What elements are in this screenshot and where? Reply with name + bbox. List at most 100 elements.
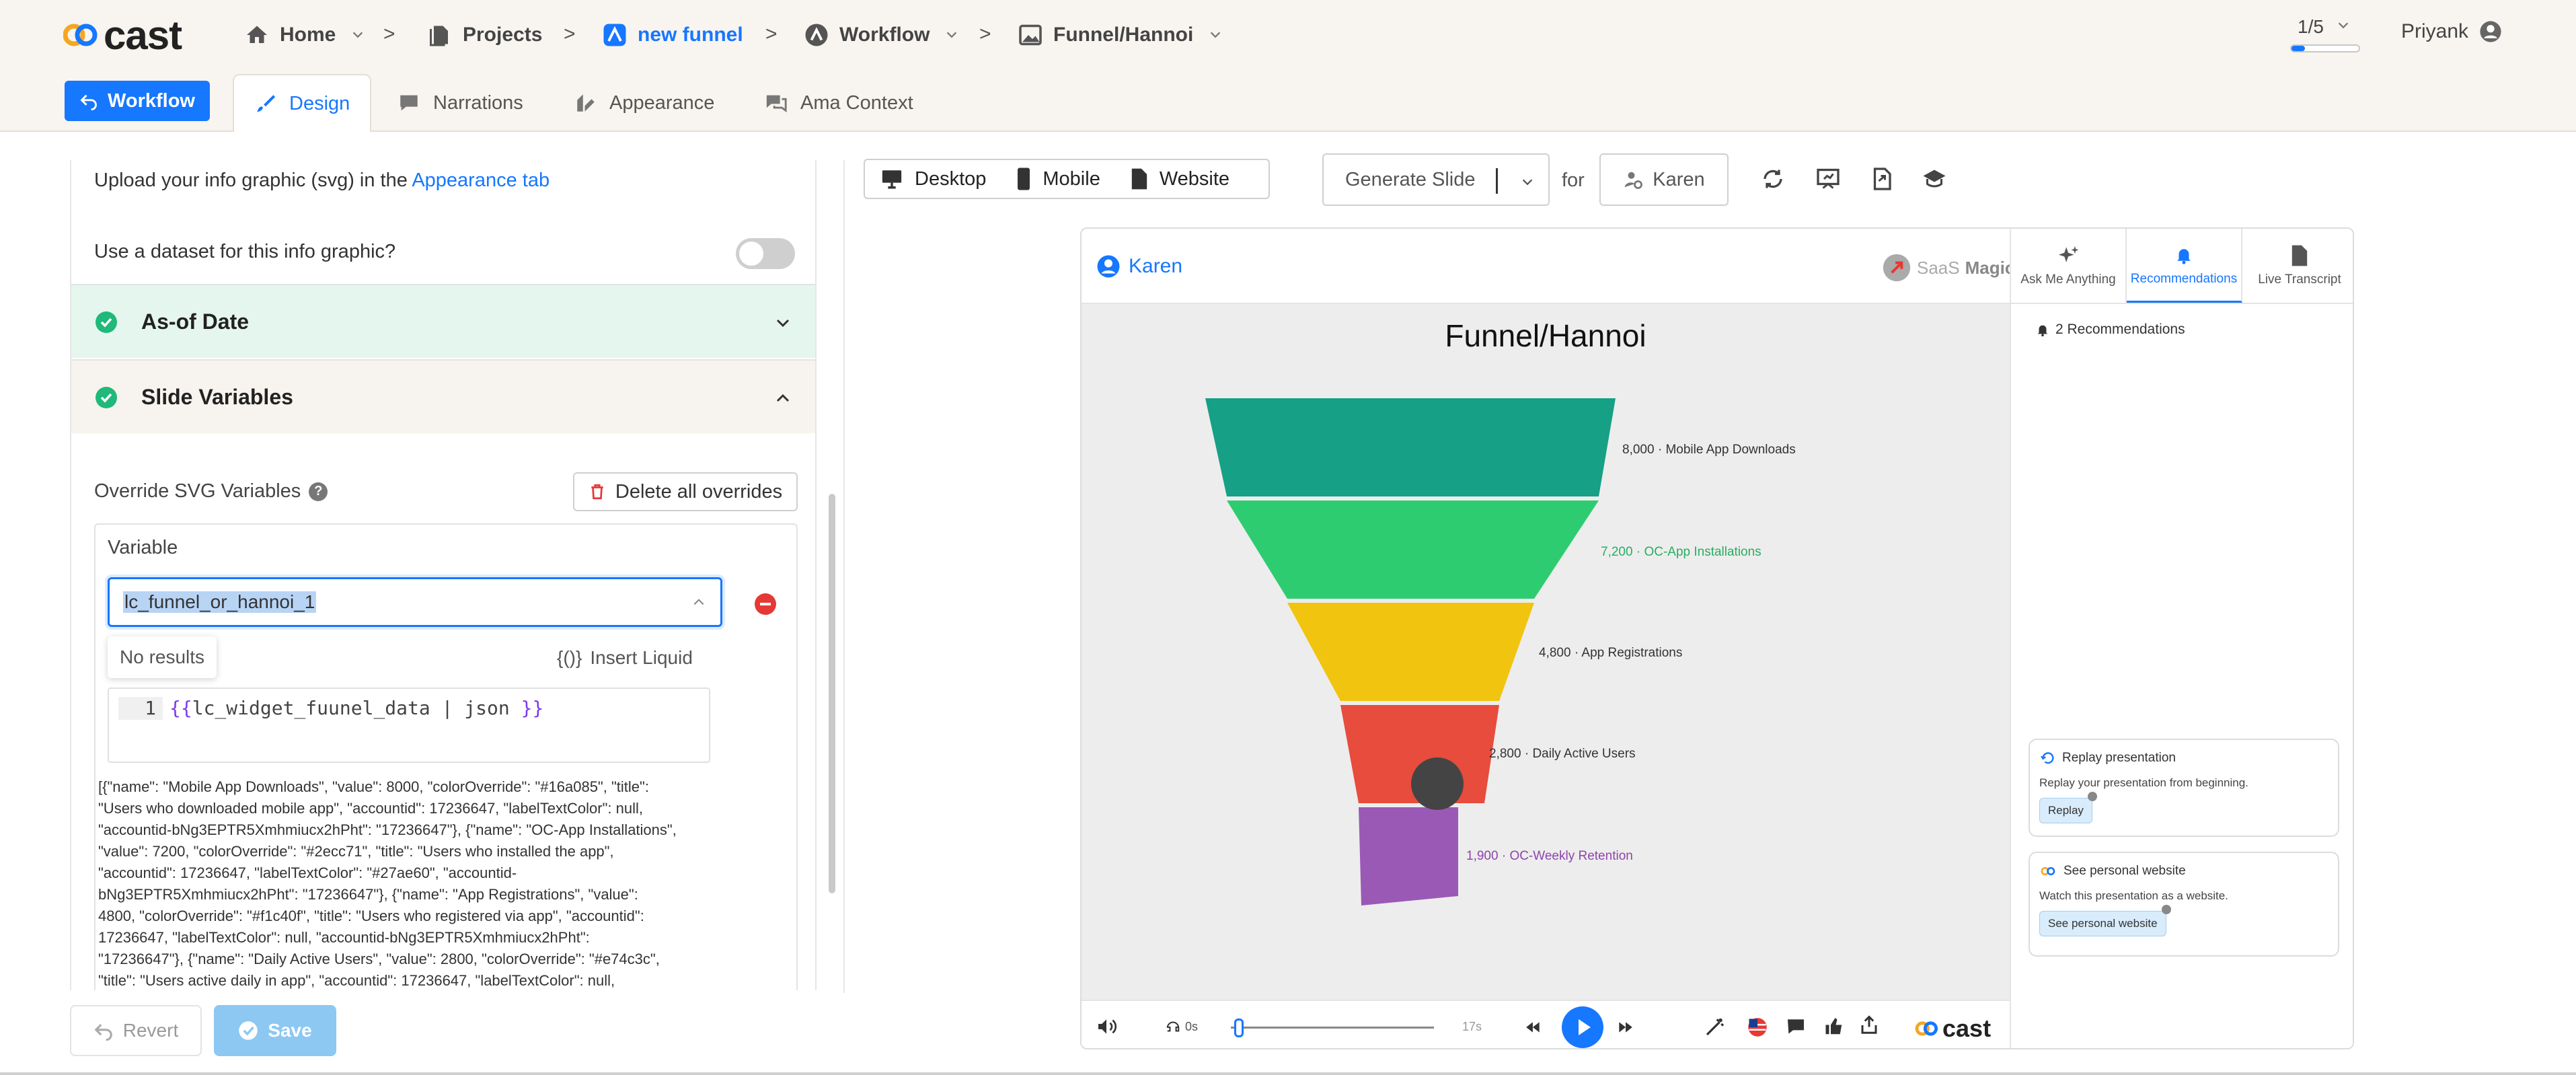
dataset-toggle[interactable] xyxy=(736,238,795,269)
side-tab-recommendations[interactable]: Recommendations xyxy=(2127,229,2242,303)
persona-name: Karen xyxy=(1653,168,1705,190)
back-arrow-icon xyxy=(80,94,97,110)
variable-select[interactable]: lc_funnel_or_hannoi_1 xyxy=(108,577,722,627)
mobile-icon xyxy=(1018,168,1030,190)
learn-icon[interactable] xyxy=(1922,167,1946,191)
generate-slide-select[interactable]: Generate Slide xyxy=(1322,153,1550,206)
code-close-braces: }} xyxy=(521,697,544,719)
workflow-button[interactable]: Workflow xyxy=(65,81,210,121)
recommendations-count-label: 2 Recommendations xyxy=(2055,322,2185,337)
player-side-panel: Ask Me Anything Recommendations Live Tra… xyxy=(2010,229,2353,1048)
upload-info: Upload your info graphic (svg) in the Ap… xyxy=(71,170,815,192)
side-tab-ask-me-anything[interactable]: Ask Me Anything xyxy=(2011,229,2127,303)
user-gear-icon xyxy=(1624,172,1643,189)
see-personal-website-button[interactable]: See personal website xyxy=(2039,905,2171,936)
skip-forward-icon[interactable] xyxy=(1616,1018,1634,1036)
user-name: Priyank xyxy=(2401,20,2469,42)
replay-button-label: Replay xyxy=(2048,804,2084,817)
progress-track[interactable] xyxy=(1231,1027,1434,1029)
breadcrumb-slide[interactable]: Funnel/Hannoi xyxy=(1018,19,1223,51)
funnel-name: Mobile App Downloads xyxy=(1665,443,1796,457)
tab-ama-context-label: Ama Context xyxy=(800,91,913,114)
save-button[interactable]: Save xyxy=(214,1005,336,1056)
section-as-of-date[interactable]: As-of Date xyxy=(71,284,815,358)
chat-icon xyxy=(766,95,787,113)
comment-icon[interactable] xyxy=(1785,1016,1807,1037)
user-circle-icon xyxy=(1097,255,1120,278)
progress-thumb[interactable] xyxy=(1234,1018,1244,1037)
delete-all-overrides-button[interactable]: Delete all overrides xyxy=(573,472,798,511)
card-title: See personal website xyxy=(2039,864,2328,879)
export-icon[interactable] xyxy=(1870,167,1894,191)
breadcrumb-home[interactable]: Home xyxy=(245,19,365,51)
liquid-code-editor[interactable]: 1 {{lc_widget_fuunel_data | json }} xyxy=(108,688,710,763)
replay-button[interactable]: Replay xyxy=(2039,792,2097,823)
revert-button[interactable]: Revert xyxy=(70,1005,202,1056)
slide-pager[interactable]: 1/5 xyxy=(2298,16,2351,38)
chevron-down-icon xyxy=(1211,32,1221,38)
bell-icon xyxy=(2177,248,2191,264)
device-website[interactable]: Website xyxy=(1115,168,1244,190)
undo-icon xyxy=(94,1024,112,1041)
player-cast-logo: cast xyxy=(1914,1014,1991,1043)
funnel-segment-2 xyxy=(1287,603,1534,701)
breadcrumb-workflow-label: Workflow xyxy=(839,24,930,46)
refresh-icon[interactable] xyxy=(1761,167,1785,191)
assistant-bubble[interactable] xyxy=(1411,757,1464,810)
left-panel-scrollbar[interactable] xyxy=(829,494,835,893)
remove-variable-icon[interactable] xyxy=(755,593,776,615)
breadcrumb-workflow[interactable]: Workflow xyxy=(804,19,959,51)
cast-small-icon xyxy=(2041,866,2055,876)
liquid-icon: {()} xyxy=(557,647,582,668)
magic-icon[interactable] xyxy=(1704,1016,1726,1037)
player-logo-text: cast xyxy=(1942,1014,1992,1042)
code-line: {{lc_widget_fuunel_data | json }} xyxy=(169,697,543,719)
funnel-label-4: 1,900 · OC-Weekly Retention xyxy=(1466,849,1633,863)
projects-icon xyxy=(430,26,448,46)
user-avatar-icon xyxy=(2480,21,2501,42)
file-icon xyxy=(1131,168,1147,190)
play-button[interactable] xyxy=(1562,1006,1603,1048)
tab-design[interactable]: Design xyxy=(233,74,372,132)
chevron-down-icon xyxy=(2338,22,2348,29)
tab-narrations[interactable]: Narrations xyxy=(397,74,523,132)
volume-icon[interactable] xyxy=(1095,1016,1118,1037)
present-icon[interactable] xyxy=(1816,167,1840,191)
check-circle-icon xyxy=(239,1021,258,1040)
override-svg-variables: Override SVG Variables ? xyxy=(94,480,328,503)
flag-us-icon[interactable] xyxy=(1747,1017,1768,1037)
json-preview: [{"name": "Mobile App Downloads", "value… xyxy=(98,778,677,989)
top-bar: cast Home > Projects > new funnel > Work… xyxy=(0,0,2576,132)
share-icon[interactable] xyxy=(1859,1014,1879,1036)
funnel-segment-0 xyxy=(1205,398,1616,496)
thumbs-up-icon[interactable] xyxy=(1824,1016,1844,1037)
breadcrumb-separator: > xyxy=(979,23,991,45)
desktop-icon xyxy=(882,170,902,189)
variable-override-card: Variable lc_funnel_or_hannoi_1 No result… xyxy=(94,523,798,990)
help-icon[interactable]: ? xyxy=(309,482,328,501)
funnel-label-3: 2,800 · Daily Active Users xyxy=(1489,747,1636,761)
tab-appearance[interactable]: Appearance xyxy=(574,74,714,132)
action-bar: Revert Save xyxy=(70,990,817,1071)
section-slide-variables[interactable]: Slide Variables xyxy=(71,359,815,433)
device-website-label: Website xyxy=(1159,168,1230,190)
user-menu[interactable]: Priyank xyxy=(2401,20,2502,43)
cast-logo-icon xyxy=(63,24,98,46)
side-tab-live-transcript[interactable]: Live Transcript xyxy=(2242,229,2353,303)
breadcrumb-separator: > xyxy=(765,23,778,45)
funnel-label-2: 4,800 · App Registrations xyxy=(1539,646,1683,660)
device-switcher: Desktop Mobile Website xyxy=(864,159,1270,199)
text-cursor xyxy=(1496,168,1498,194)
device-mobile[interactable]: Mobile xyxy=(1001,167,1114,191)
persona-select[interactable]: Karen xyxy=(1599,153,1729,206)
workflow-icon xyxy=(805,24,828,46)
insert-liquid-button[interactable]: {()} Insert Liquid xyxy=(557,647,693,669)
appearance-tab-link[interactable]: Appearance tab xyxy=(412,170,550,191)
skip-back-icon[interactable] xyxy=(1524,1018,1543,1036)
side-tab-label: Ask Me Anything xyxy=(2020,272,2116,287)
cast-logo[interactable]: cast xyxy=(63,13,182,58)
breadcrumb-project[interactable]: new funnel xyxy=(603,19,743,51)
tab-ama-context[interactable]: Ama Context xyxy=(764,74,913,132)
device-desktop[interactable]: Desktop xyxy=(865,168,1001,190)
breadcrumb-projects[interactable]: Projects xyxy=(428,19,542,51)
